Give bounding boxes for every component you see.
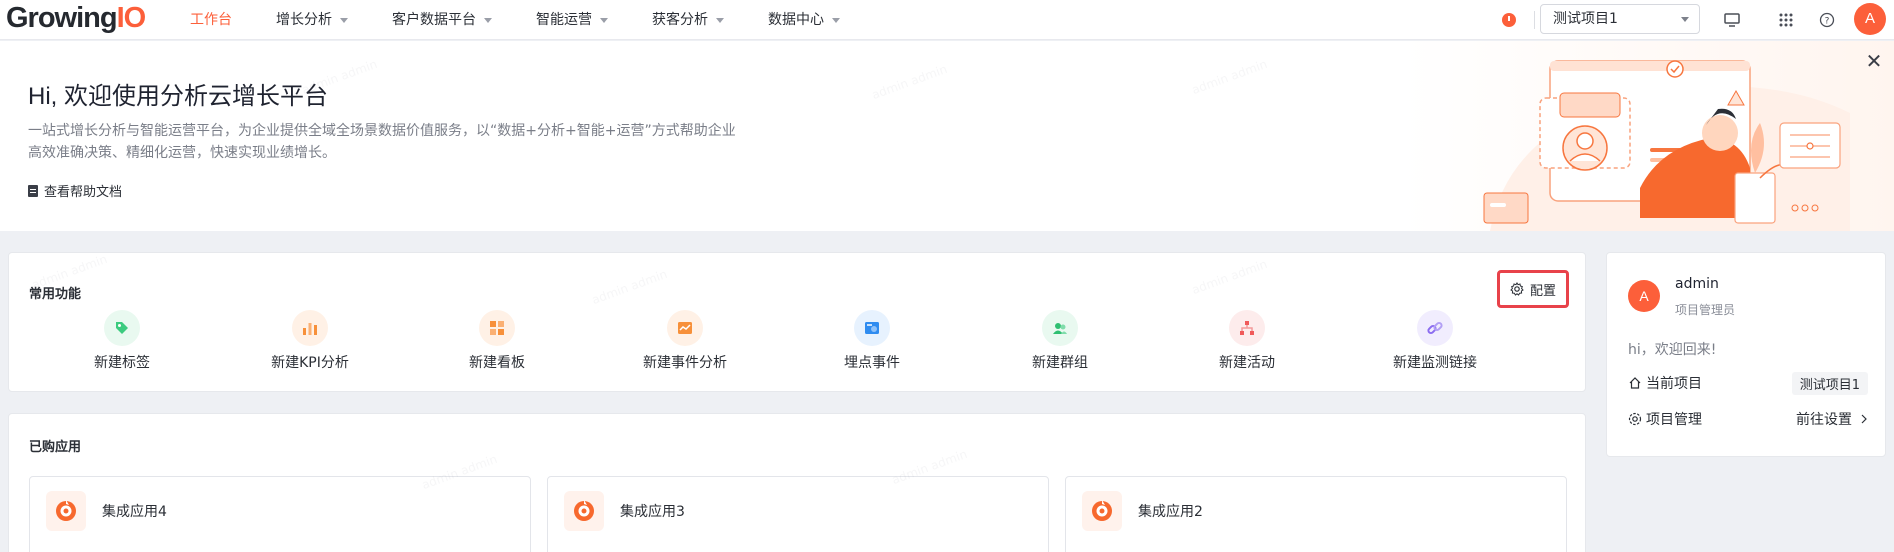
caret-down-icon: [340, 17, 348, 23]
tracking-event-icon: [854, 310, 890, 346]
project-manage-label: 项目管理: [1646, 412, 1702, 428]
user-name: admin: [1675, 276, 1719, 292]
app-name: 集成应用3: [620, 504, 685, 520]
feature-label: 新建群组: [1032, 355, 1088, 371]
nav-label: 客户数据平台: [392, 12, 476, 28]
nav-label: 数据中心: [768, 12, 824, 28]
help-doc-label: 查看帮助文档: [44, 185, 123, 200]
kpi-chart-icon: [292, 310, 328, 346]
logo-accent-text: IO: [116, 2, 147, 34]
tag-icon: [104, 310, 140, 346]
app-icon: [1082, 491, 1122, 531]
project-select-value: 测试项目1: [1553, 11, 1618, 27]
feature-label: 新建活动: [1219, 355, 1275, 371]
app-name: 集成应用4: [102, 504, 167, 520]
nav-label: 增长分析: [276, 12, 332, 28]
current-project-row: 当前项目 测试项目1: [1628, 371, 1868, 395]
home-icon: [1628, 376, 1642, 390]
welcome-description: 一站式增长分析与智能运营平台，为企业提供全域全场景数据价值服务，以“数据+分析+…: [28, 123, 736, 161]
project-manage-row: 项目管理 前往设置: [1628, 407, 1868, 431]
nav-item-cdp[interactable]: 客户数据平台: [392, 0, 492, 40]
chevron-right-icon: [1860, 414, 1868, 424]
feature-new-tag[interactable]: 新建标签: [57, 310, 187, 372]
avatar: A: [1628, 280, 1660, 312]
divider: [1534, 11, 1535, 29]
welcome-banner: Hi, 欢迎使用分析云增长平台 一站式增长分析与智能运营平台，为企业提供全域全场…: [0, 41, 1894, 231]
nav-item-acquisition[interactable]: 获客分析: [652, 0, 724, 40]
config-label: 配置: [1529, 283, 1556, 299]
config-button[interactable]: 配置: [1497, 270, 1569, 308]
nav-item-growth-analysis[interactable]: 增长分析: [276, 0, 348, 40]
group-icon: [1042, 310, 1078, 346]
clock-icon[interactable]: [1502, 13, 1516, 27]
purchased-apps-card: 已购应用 集成应用4 集成应用3 集成应用2: [8, 413, 1586, 552]
app-card[interactable]: 集成应用4: [29, 476, 531, 552]
project-select[interactable]: 测试项目1: [1540, 4, 1700, 34]
nav-label: 获客分析: [652, 12, 708, 28]
top-navigation-bar: GrowingIO 工作台 增长分析 客户数据平台 智能运营 获客分析 数据中心…: [0, 0, 1894, 40]
nav-item-data-center[interactable]: 数据中心: [768, 0, 840, 40]
feature-label: 新建监测链接: [1393, 355, 1477, 371]
caret-down-icon: [484, 17, 492, 23]
feature-label: 新建看板: [469, 355, 525, 371]
main-nav: 工作台 增长分析 客户数据平台 智能运营 获客分析 数据中心: [190, 0, 884, 40]
caret-down-icon: [1681, 17, 1689, 22]
link-icon: [1417, 310, 1453, 346]
nav-item-workbench[interactable]: 工作台: [190, 0, 232, 40]
app-name: 集成应用2: [1138, 504, 1203, 520]
app-icon: [46, 491, 86, 531]
event-analysis-icon: [667, 310, 703, 346]
go-to-settings-label: 前往设置: [1796, 412, 1852, 428]
feature-tracking-event[interactable]: 埋点事件: [807, 310, 937, 372]
banner-illustration: [1483, 60, 1850, 231]
user-role: 项目管理员: [1675, 303, 1736, 317]
common-features-title: 常用功能: [29, 287, 82, 302]
welcome-title: Hi, 欢迎使用分析云增长平台: [28, 83, 328, 110]
welcome-back-text: hi，欢迎回来!: [1628, 342, 1717, 358]
purchased-apps-title: 已购应用: [29, 440, 82, 455]
gear-icon: [1628, 412, 1642, 426]
activity-icon: [1229, 310, 1265, 346]
apps-grid-icon[interactable]: [1776, 10, 1796, 30]
svg-text:?: ?: [1825, 17, 1830, 27]
nav-label: 工作台: [190, 12, 232, 28]
go-to-settings-link[interactable]: 前往设置: [1796, 409, 1868, 429]
help-icon[interactable]: ?: [1817, 10, 1837, 30]
caret-down-icon: [716, 17, 724, 23]
feature-new-activity[interactable]: 新建活动: [1182, 310, 1312, 372]
growingio-logo[interactable]: GrowingIO: [6, 0, 147, 40]
feature-new-kpi-analysis[interactable]: 新建KPI分析: [245, 310, 375, 372]
close-icon[interactable]: ✕: [1864, 51, 1884, 71]
gear-icon: [1510, 282, 1524, 296]
app-card[interactable]: 集成应用3: [547, 476, 1049, 552]
feature-label: 埋点事件: [844, 355, 900, 371]
common-features-card: 常用功能 配置 新建标签 新建KPI分析 新建看板 新建事件分析 埋点事件 新建…: [8, 252, 1586, 392]
feature-new-dashboard[interactable]: 新建看板: [432, 310, 562, 372]
feature-label: 新建事件分析: [643, 355, 727, 371]
user-info-card: A admin 项目管理员 hi，欢迎回来! 当前项目 测试项目1 项目管理 前…: [1606, 252, 1886, 457]
feature-label: 新建KPI分析: [271, 355, 349, 371]
nav-item-smart-ops[interactable]: 智能运营: [536, 0, 608, 40]
app-card[interactable]: 集成应用2: [1065, 476, 1567, 552]
current-project-value: 测试项目1: [1791, 371, 1868, 395]
nav-label: 智能运营: [536, 12, 592, 28]
help-doc-link[interactable]: 查看帮助文档: [28, 181, 122, 200]
current-project-label: 当前项目: [1646, 376, 1702, 392]
dashboard-icon: [479, 310, 515, 346]
feature-new-event-analysis[interactable]: 新建事件分析: [620, 310, 750, 372]
user-avatar[interactable]: A: [1854, 3, 1886, 35]
document-icon: [28, 184, 38, 197]
feature-new-monitor-link[interactable]: 新建监测链接: [1370, 310, 1500, 372]
caret-down-icon: [832, 17, 840, 23]
caret-down-icon: [600, 17, 608, 23]
app-icon: [564, 491, 604, 531]
feature-label: 新建标签: [94, 355, 150, 371]
monitor-icon[interactable]: [1722, 10, 1742, 30]
feature-new-group[interactable]: 新建群组: [995, 310, 1125, 372]
logo-text: Growing: [6, 2, 118, 34]
